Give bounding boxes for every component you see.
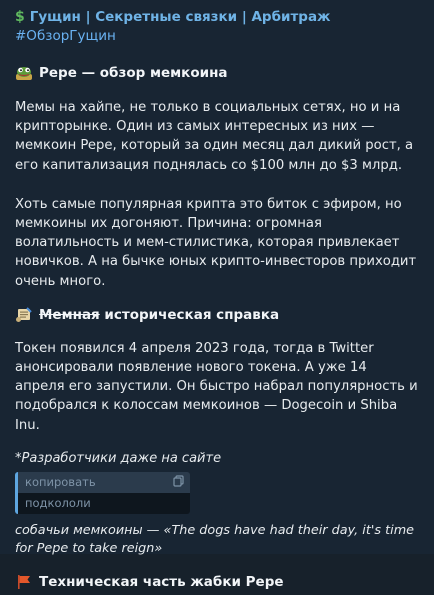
heading-technical: Техническая часть жабки Pepe xyxy=(15,573,420,591)
frog-icon xyxy=(15,65,33,81)
heading-pepe-review: Pepe — обзор мемкоина xyxy=(15,64,420,82)
channel-header[interactable]: $ Гущин | Секретные связки | Арбитраж xyxy=(15,8,420,26)
copy-label[interactable]: копировать xyxy=(25,475,96,489)
heading-text: Pepe — обзор мемкоина xyxy=(39,65,228,81)
message-bubble: $ Гущин | Секретные связки | Арбитраж #О… xyxy=(0,0,434,590)
code-block-content: подкололи xyxy=(18,492,190,514)
paragraph-intro: Мемы на хайпе, не только в социальных се… xyxy=(15,100,414,173)
heading-text: историческая справка xyxy=(99,306,280,323)
heading-strikethrough-word: Мемная xyxy=(39,306,100,323)
heading-history: Мемная историческая справка xyxy=(15,306,420,324)
copy-icon[interactable] xyxy=(173,475,185,490)
hashtag-link[interactable]: #ОбзорГущин xyxy=(15,27,420,46)
code-block[interactable]: копировать подкололи xyxy=(15,471,190,514)
channel-name[interactable]: Гущин | Секретные связки | Арбитраж xyxy=(30,8,331,26)
paragraph-popularity: Хоть самые популярная крипта это биток с… xyxy=(15,196,417,289)
paragraph-quote: собачьи мемкоины — «The dogs have had th… xyxy=(15,522,415,556)
heading-text: Техническая часть жабки Pepe xyxy=(39,573,284,590)
scroll-icon xyxy=(15,307,33,323)
paragraph-note: *Разработчики даже на сайте xyxy=(15,450,222,466)
dollar-icon: $ xyxy=(15,9,25,25)
paragraph-history: Токен появился 4 апреля 2023 года, тогда… xyxy=(15,340,418,433)
code-block-header: копировать xyxy=(18,471,190,493)
flag-icon xyxy=(15,574,33,590)
